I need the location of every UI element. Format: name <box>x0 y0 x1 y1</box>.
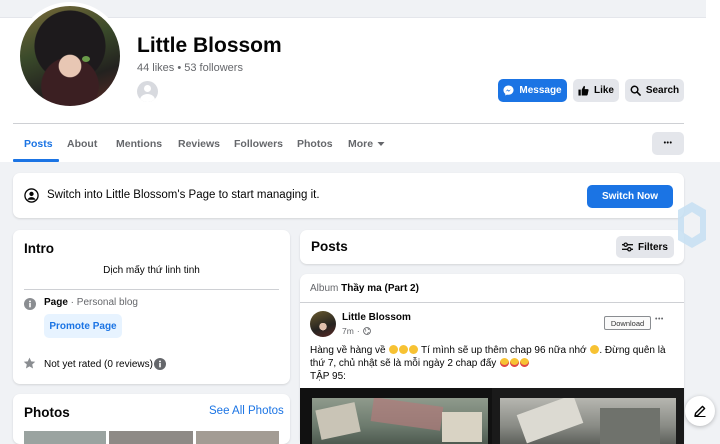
filters-button[interactable]: Filters <box>616 236 674 258</box>
tab-followers[interactable]: Followers <box>234 138 283 150</box>
see-all-photos-link[interactable]: See All Photos <box>209 405 284 417</box>
follower-avatar[interactable] <box>137 81 158 102</box>
filter-icon <box>621 242 633 252</box>
heart-eyes-emoji-icon <box>509 358 519 367</box>
switch-profile-icon <box>24 188 39 203</box>
download-label: Download <box>610 318 645 328</box>
image-detail <box>370 398 444 431</box>
page-category-text: · Personal blog <box>67 297 138 308</box>
post-author-avatar[interactable] <box>310 311 336 337</box>
search-button[interactable]: Search <box>625 79 684 102</box>
new-message-button[interactable] <box>685 396 715 426</box>
photos-card: Photos See All Photos <box>13 394 290 444</box>
image-detail <box>516 398 584 444</box>
post-time[interactable]: 7m <box>342 326 354 336</box>
tab-more-label: More <box>348 138 374 150</box>
page-category: Page · Personal blog <box>44 297 138 308</box>
post-media[interactable] <box>300 388 684 444</box>
post-text-line-1: Hàng về hàng về Tí mình sẽ up thêm chap … <box>310 344 678 357</box>
search-icon <box>630 85 641 96</box>
photo-thumbnail[interactable] <box>24 431 106 444</box>
intro-divider <box>24 289 279 290</box>
rating-info-icon[interactable] <box>154 358 166 370</box>
tab-photos[interactable]: Photos <box>297 138 333 150</box>
post-options-button[interactable]: ••• <box>655 316 664 323</box>
manga-page-image[interactable] <box>312 398 488 444</box>
intro-bio: Dịch mấy thứ linh tinh <box>103 265 200 276</box>
switch-profile-banner: Switch into Little Blossom's Page to sta… <box>13 173 684 218</box>
post-author-name[interactable]: Little Blossom <box>342 312 411 323</box>
hexagon-decoration-icon <box>678 202 706 248</box>
star-icon <box>23 357 36 369</box>
page-title: Little Blossom <box>137 34 282 57</box>
page-label: Page <box>44 297 68 308</box>
switch-now-button[interactable]: Switch Now <box>587 185 673 208</box>
image-detail <box>442 412 482 442</box>
tab-mentions[interactable]: Mentions <box>116 138 162 150</box>
heart-eyes-emoji-icon <box>519 358 529 367</box>
album-divider <box>300 302 684 303</box>
chevron-down-icon <box>377 142 385 146</box>
post-text-1c: . Đừng quên là <box>599 345 666 356</box>
grinning-emoji-icon <box>398 345 408 354</box>
promote-page-label: Promote Page <box>49 320 117 332</box>
thumbs-up-icon <box>578 85 589 96</box>
album-name-link[interactable]: Thầy ma (Part 2) <box>341 283 419 294</box>
grinning-emoji-icon <box>388 345 398 354</box>
page-stats[interactable]: 44 likes • 53 followers <box>137 62 243 74</box>
album-prefix: Album <box>310 283 339 294</box>
image-detail <box>600 408 660 444</box>
promote-page-button[interactable]: Promote Page <box>44 314 122 338</box>
album-line: Album Thầy ma (Part 2) <box>310 283 419 294</box>
like-label: Like <box>593 85 614 96</box>
intro-card: Intro Dịch mấy thứ linh tinh Page · Pers… <box>13 230 290 384</box>
active-tab-indicator <box>13 159 59 162</box>
post-meta: 7m · <box>342 326 371 336</box>
post-text: Hàng về hàng về Tí mình sẽ up thêm chap … <box>310 344 678 383</box>
switch-profile-text: Switch into Little Blossom's Page to sta… <box>47 189 320 201</box>
more-options-dots: ••• <box>663 140 673 147</box>
post-card: Album Thầy ma (Part 2) Little Blossom 7m… <box>300 274 684 444</box>
posts-title: Posts <box>311 239 348 254</box>
post-text-line-3: TẬP 95: <box>310 371 346 382</box>
filters-label: Filters <box>637 241 668 253</box>
message-button[interactable]: Message <box>498 79 567 102</box>
image-detail <box>315 402 361 440</box>
info-icon <box>24 298 36 310</box>
search-label: Search <box>645 85 680 96</box>
photo-thumbnail[interactable] <box>109 431 193 444</box>
edit-icon <box>694 405 706 417</box>
heart-eyes-emoji-icon <box>499 358 509 367</box>
photos-title: Photos <box>24 405 70 420</box>
post-text-1b: Tí mình sẽ up thêm chap 96 nữa nhớ <box>421 345 587 356</box>
grinning-emoji-icon <box>408 345 418 354</box>
tab-about[interactable]: About <box>67 138 97 150</box>
posts-header-card: Posts Filters <box>300 230 684 264</box>
post-text-1a: Hàng về hàng về <box>310 345 386 356</box>
switch-now-label: Switch Now <box>601 191 659 202</box>
meta-separator: · <box>356 326 360 336</box>
more-options-button[interactable]: ••• <box>652 132 684 155</box>
like-button[interactable]: Like <box>573 79 619 102</box>
messenger-icon <box>503 85 514 96</box>
manga-page-image[interactable] <box>500 398 676 444</box>
header-divider <box>13 123 684 124</box>
download-button[interactable]: Download <box>604 316 651 330</box>
intro-title: Intro <box>24 241 54 256</box>
tab-more[interactable]: More <box>348 138 385 150</box>
post-text-line-2: thứ 7, chủ nhật sẽ là mỗi ngày 2 chap đấ… <box>310 357 678 370</box>
tab-posts[interactable]: Posts <box>24 138 53 150</box>
photo-thumbnail[interactable] <box>196 431 279 444</box>
smile-emoji-icon <box>589 345 599 354</box>
message-label: Message <box>519 85 562 96</box>
avatar-eye <box>82 56 90 62</box>
post-text-2a: thứ 7, chủ nhật sẽ là mỗi ngày 2 chap đấ… <box>310 358 497 369</box>
profile-picture[interactable] <box>16 2 124 110</box>
rating-text: Not yet rated (0 reviews) <box>44 359 153 370</box>
tab-reviews[interactable]: Reviews <box>178 138 220 150</box>
globe-icon <box>362 327 371 335</box>
